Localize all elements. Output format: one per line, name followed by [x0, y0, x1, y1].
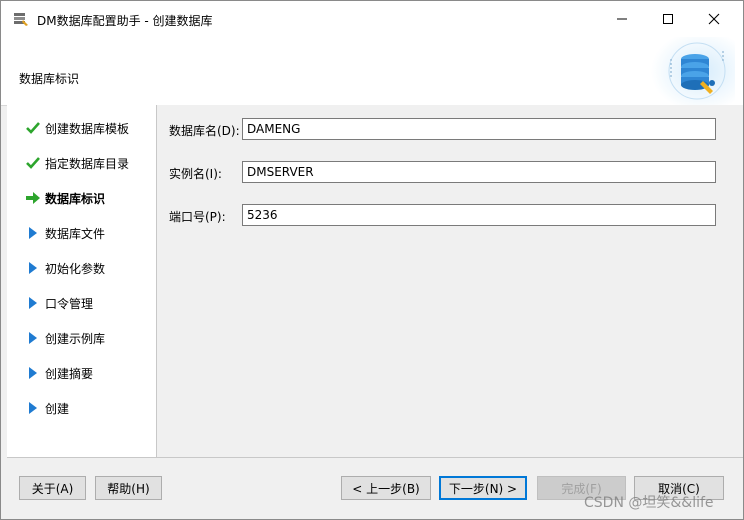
dialog-window: DM数据库配置助手 - 创建数据库 数据库标识 创建数据库模板 指定数据库目录 …: [0, 0, 744, 520]
sidebar-item-init-params[interactable]: 初始化参数: [7, 256, 156, 280]
db-name-input[interactable]: [242, 118, 716, 140]
about-button[interactable]: 关于(A): [19, 476, 86, 500]
sidebar-item-summary[interactable]: 创建摘要: [7, 361, 156, 385]
sidebar-item-label: 初始化参数: [45, 261, 106, 276]
sidebar-item-password[interactable]: 口令管理: [7, 291, 156, 315]
sidebar-item-sample-db[interactable]: 创建示例库: [7, 326, 156, 350]
sidebar-item-label: 指定数据库目录: [45, 156, 130, 171]
triangle-right-icon: [23, 400, 43, 416]
footer-divider: [7, 457, 743, 458]
close-button[interactable]: [691, 1, 737, 37]
minimize-icon: [617, 18, 627, 20]
sidebar-item-label: 口令管理: [45, 296, 94, 311]
sidebar-item-label: 数据库标识: [45, 191, 106, 206]
instance-name-label: 实例名(I):: [169, 167, 222, 181]
maximize-icon: [663, 14, 673, 24]
sidebar-item-db-files[interactable]: 数据库文件: [7, 221, 156, 245]
close-icon: [708, 13, 720, 25]
sidebar-item-create-template[interactable]: 创建数据库模板: [7, 116, 156, 140]
sidebar-item-label: 数据库文件: [45, 226, 106, 241]
port-input[interactable]: [242, 204, 716, 226]
triangle-right-icon: [23, 295, 43, 311]
port-label: 端口号(P):: [169, 210, 226, 224]
check-icon: [23, 120, 43, 136]
sidebar-item-db-identifier[interactable]: 数据库标识: [7, 186, 156, 210]
instance-name-input[interactable]: [242, 161, 716, 183]
next-button[interactable]: 下一步(N) >: [439, 476, 527, 500]
check-icon: [23, 155, 43, 171]
wizard-header: 数据库标识: [1, 37, 743, 106]
prev-button[interactable]: < 上一步(B): [341, 476, 431, 500]
database-logo-icon: [651, 37, 735, 105]
arrow-right-icon: [23, 190, 43, 206]
sidebar-item-label: 创建摘要: [45, 366, 94, 381]
steps-sidebar: 创建数据库模板 指定数据库目录 数据库标识 数据库文件 初始化参数 口令管理 创…: [7, 105, 157, 457]
form-panel: 数据库名(D): 实例名(I): 端口号(P):: [157, 105, 743, 457]
watermark-text: CSDN @坦笑&&life: [584, 495, 714, 511]
db-name-label: 数据库名(D):: [169, 124, 240, 138]
page-title: 数据库标识: [19, 72, 80, 86]
help-button[interactable]: 帮助(H): [95, 476, 162, 500]
sidebar-item-label: 创建数据库模板: [45, 121, 130, 136]
maximize-button[interactable]: [645, 1, 691, 37]
triangle-right-icon: [23, 225, 43, 241]
app-icon: [14, 13, 28, 26]
triangle-right-icon: [23, 330, 43, 346]
triangle-right-icon: [23, 365, 43, 381]
minimize-button[interactable]: [599, 1, 645, 37]
window-title: DM数据库配置助手 - 创建数据库: [37, 14, 213, 28]
sidebar-item-label: 创建示例库: [45, 331, 106, 346]
sidebar-item-db-directory[interactable]: 指定数据库目录: [7, 151, 156, 175]
triangle-right-icon: [23, 260, 43, 276]
title-bar[interactable]: DM数据库配置助手 - 创建数据库: [1, 1, 743, 37]
sidebar-item-label: 创建: [45, 401, 70, 416]
sidebar-item-create[interactable]: 创建: [7, 396, 156, 420]
